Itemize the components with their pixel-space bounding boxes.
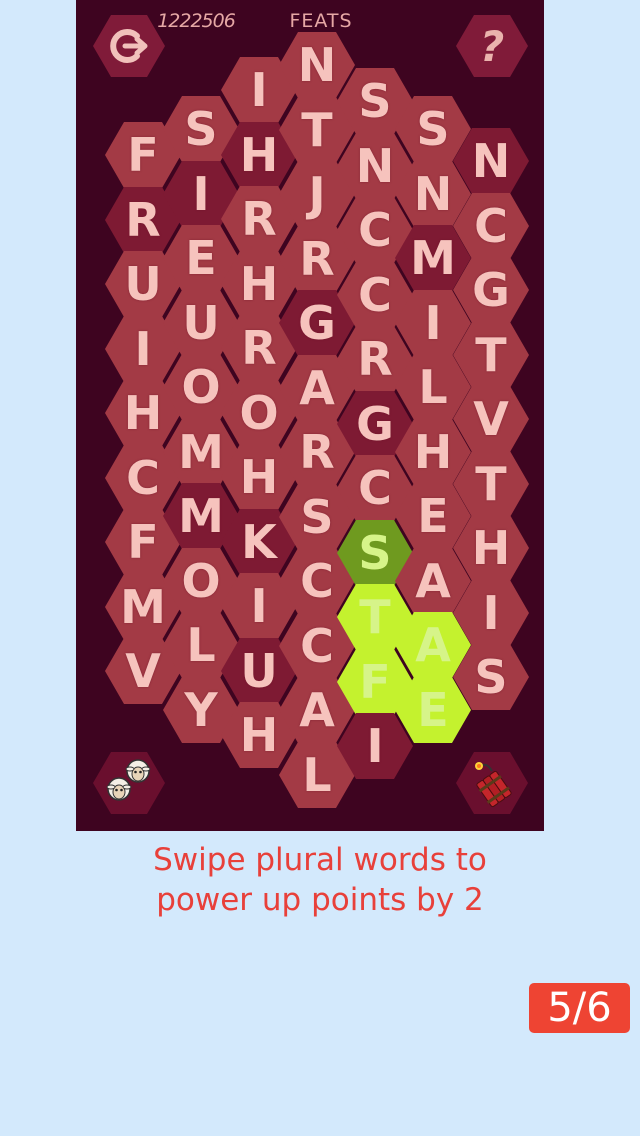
tile-letter: E bbox=[417, 683, 449, 737]
tile-letter: M bbox=[410, 231, 456, 285]
tile-letter: H bbox=[471, 521, 511, 575]
tile-letter: G bbox=[298, 296, 336, 350]
tile-letter: E bbox=[417, 489, 449, 543]
exit-button[interactable] bbox=[93, 15, 165, 77]
tile-letter: N bbox=[413, 167, 453, 221]
tile-letter: S bbox=[184, 102, 218, 156]
tile-letter: V bbox=[473, 392, 509, 446]
tile-letter: S bbox=[416, 102, 450, 156]
tile-letter: L bbox=[418, 360, 448, 414]
tile-letter: H bbox=[239, 450, 279, 504]
tile-letter: R bbox=[241, 321, 277, 375]
tile-letter: O bbox=[181, 554, 221, 608]
tile-letter: L bbox=[302, 748, 332, 802]
tile-letter: H bbox=[239, 128, 279, 182]
tile-letter: I bbox=[424, 296, 442, 350]
tile-letter: R bbox=[299, 232, 335, 286]
help-icon: ? bbox=[479, 21, 505, 71]
help-button[interactable]: ? bbox=[456, 15, 528, 77]
tile-letter: K bbox=[241, 515, 277, 569]
tile-letter: N bbox=[297, 38, 337, 92]
dynamite-icon bbox=[475, 762, 512, 808]
tile-letter: I bbox=[192, 167, 210, 221]
tile-letter: F bbox=[127, 128, 159, 182]
tile-letter: I bbox=[250, 579, 268, 633]
tile-letter: F bbox=[359, 655, 391, 709]
tile-letter: U bbox=[240, 644, 278, 698]
current-word: FEATS bbox=[289, 10, 353, 32]
caption-line-2: power up points by 2 bbox=[156, 882, 484, 918]
instruction-caption: Swipe plural words to power up points by… bbox=[0, 840, 640, 920]
tile-letter: H bbox=[239, 708, 279, 762]
score-display: 1222506 bbox=[157, 10, 236, 32]
tile-letter: Y bbox=[184, 683, 218, 737]
tile-letter: A bbox=[299, 361, 335, 415]
tile-letter: I bbox=[482, 586, 500, 640]
tile-letter: R bbox=[125, 193, 161, 247]
tile-letter: C bbox=[358, 268, 392, 322]
tile-letter: C bbox=[300, 554, 334, 608]
exit-icon bbox=[110, 29, 148, 63]
tile-letter: C bbox=[358, 203, 392, 257]
tile-letter: T bbox=[359, 590, 391, 644]
tile-letter: I bbox=[250, 63, 268, 117]
tile-letter: C bbox=[300, 619, 334, 673]
tile-letter: I bbox=[366, 719, 384, 773]
tile-letter: G bbox=[356, 397, 394, 451]
tile-letter: H bbox=[413, 425, 453, 479]
tile-letter: E bbox=[185, 231, 217, 285]
tile-letter: U bbox=[182, 296, 220, 350]
tile-letter: C bbox=[474, 199, 508, 253]
tile-letter: V bbox=[125, 644, 161, 698]
tile-letter: H bbox=[239, 257, 279, 311]
tile-letter: R bbox=[241, 192, 277, 246]
tile-letter: F bbox=[127, 515, 159, 569]
tile-letter: A bbox=[299, 683, 335, 737]
tile-letter: N bbox=[355, 139, 395, 193]
tile-letter: R bbox=[299, 425, 335, 479]
sheep-icon bbox=[106, 759, 151, 801]
tile-letter: M bbox=[120, 580, 166, 634]
page-indicator: 5/6 bbox=[529, 983, 630, 1033]
tile-letter: C bbox=[358, 461, 392, 515]
caption-line-1: Swipe plural words to bbox=[153, 842, 487, 878]
tile-letter: O bbox=[239, 386, 279, 440]
tile-letter: N bbox=[471, 134, 511, 188]
tile-letter: M bbox=[178, 489, 224, 543]
tile-letter: H bbox=[123, 386, 163, 440]
tile-letter: L bbox=[186, 618, 216, 672]
tile-letter: T bbox=[475, 457, 507, 511]
tile-letter: G bbox=[472, 263, 510, 317]
tile-letter: M bbox=[178, 425, 224, 479]
dynamite-powerup-button[interactable] bbox=[456, 752, 528, 814]
tile-letter: A bbox=[415, 618, 451, 672]
tile-letter: S bbox=[300, 490, 334, 544]
tile-letter: J bbox=[308, 167, 326, 221]
tile-letter: U bbox=[124, 257, 162, 311]
tile-letter: S bbox=[358, 526, 392, 580]
tile-letter: A bbox=[415, 554, 451, 608]
tile-letter: R bbox=[357, 332, 393, 386]
tile-letter: S bbox=[474, 650, 508, 704]
tile-letter: S bbox=[358, 74, 392, 128]
tile-letter: C bbox=[126, 451, 160, 505]
tile-letter: O bbox=[181, 360, 221, 414]
tile-letter: I bbox=[134, 322, 152, 376]
sheep-powerup-button[interactable] bbox=[93, 752, 165, 814]
game-board-area: 1222506 FEATS ? FRUIHCFMVSIEUOMMOLYIHRHR… bbox=[76, 0, 544, 831]
tile-letter: T bbox=[301, 103, 333, 157]
tile-letter: T bbox=[475, 328, 507, 382]
